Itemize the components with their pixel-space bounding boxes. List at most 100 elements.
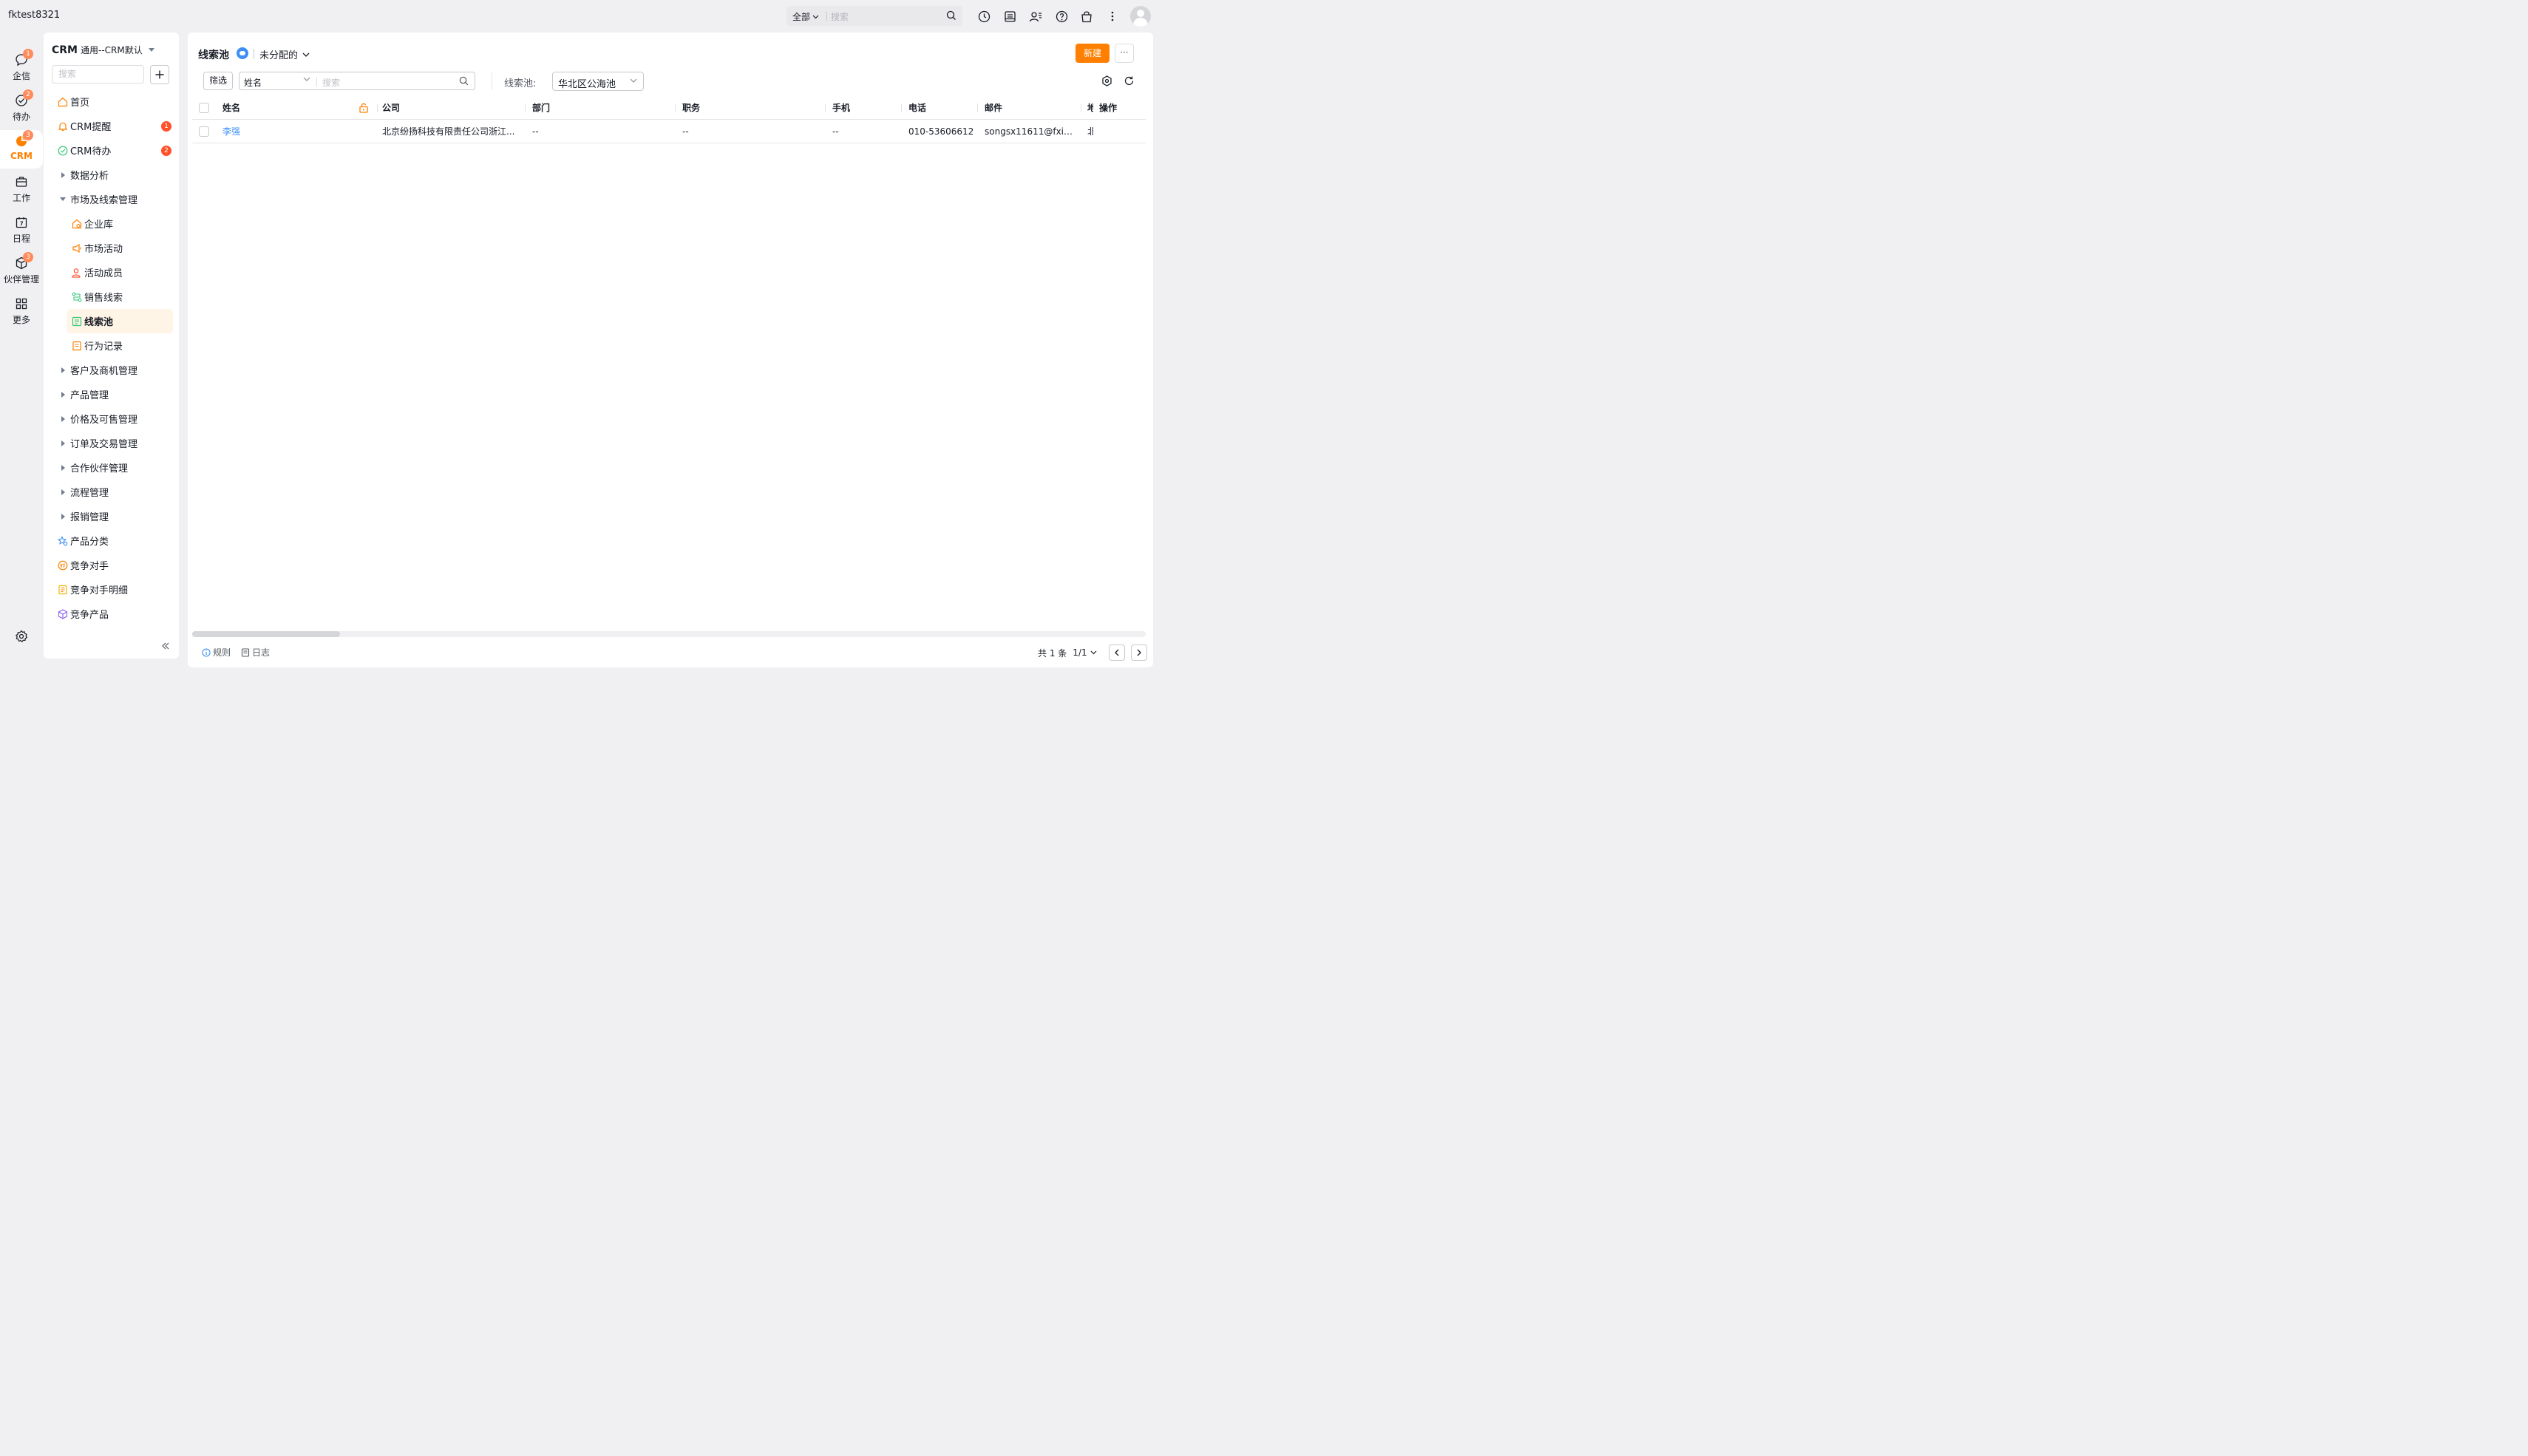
menu-item-sales-leads[interactable]: 销售线索 — [67, 285, 173, 309]
apps-grid-icon — [16, 298, 27, 310]
user-avatar[interactable] — [1130, 6, 1151, 27]
next-page-button[interactable] — [1130, 644, 1147, 661]
column-header-phone[interactable]: 电话 — [908, 96, 975, 120]
page-size-select[interactable]: 1/1 — [1073, 647, 1097, 658]
prev-page-button[interactable] — [1108, 644, 1125, 661]
search-divider — [826, 12, 827, 21]
menu-item-home[interactable]: 首页 — [52, 89, 173, 114]
global-search-input[interactable]: 搜索 — [831, 10, 849, 23]
lead-pool-main: 线索池 未分配的 新建 ··· 筛选 姓名 搜索 线索池: 华北区公海池 姓名 … — [188, 33, 1153, 667]
menu-group-data-analysis[interactable]: 数据分析 — [52, 163, 173, 187]
column-header-name[interactable]: 姓名 — [222, 96, 333, 120]
global-search[interactable]: 全部 搜索 — [786, 6, 962, 26]
menu-badge: 1 — [161, 121, 171, 132]
rail-item-todo[interactable]: 2 待办 — [0, 89, 43, 128]
inbox-icon[interactable] — [1002, 9, 1017, 24]
scrollbar-thumb[interactable] — [192, 631, 340, 637]
menu-item-label: 首页 — [70, 98, 90, 109]
column-header-title[interactable]: 职务 — [682, 96, 815, 120]
menu-group-pricing[interactable]: 价格及可售管理 — [52, 406, 173, 431]
column-divider[interactable] — [977, 103, 978, 112]
column-divider[interactable] — [901, 103, 902, 112]
menu-item-crm-remind[interactable]: CRM提醒 1 — [52, 114, 173, 138]
menu-group-partners[interactable]: 合作伙伴管理 — [52, 455, 173, 480]
horizontal-scrollbar[interactable] — [192, 631, 1146, 637]
cell-title: -- — [682, 126, 689, 137]
search-scope-label: 全部 — [792, 12, 811, 22]
menu-group-marketing[interactable]: 市场及线索管理 — [52, 187, 173, 211]
column-divider[interactable] — [377, 103, 378, 112]
menu-group-product[interactable]: 产品管理 — [52, 382, 173, 406]
column-header-mobile[interactable]: 手机 — [832, 96, 899, 120]
column-header-email[interactable]: 邮件 — [985, 96, 1073, 120]
rail-label: CRM — [10, 151, 33, 161]
rail-item-crm[interactable]: 3 CRM — [0, 130, 43, 169]
table-row[interactable]: 李强 北京纷扬科技有限责任公司浙江... -- -- -- 010-536066… — [192, 120, 1146, 143]
menu-item-crm-todo[interactable]: CRM待办 2 — [52, 138, 173, 163]
select-all-checkbox[interactable] — [199, 103, 209, 113]
rules-link[interactable]: 规则 — [202, 646, 231, 659]
collapse-panel-icon[interactable] — [161, 642, 170, 650]
log-link[interactable]: 日志 — [241, 646, 270, 659]
menu-add-button[interactable] — [150, 65, 169, 84]
versus-icon — [57, 559, 69, 571]
column-divider[interactable] — [675, 103, 676, 112]
scene-selector[interactable]: 未分配的 — [259, 47, 310, 61]
menu-item-competitors[interactable]: 竞争对手 — [52, 553, 173, 577]
rail-label: 企信 — [12, 71, 30, 81]
help-icon[interactable] — [1054, 9, 1069, 24]
refresh-icon[interactable] — [1124, 75, 1135, 86]
search-field-select[interactable]: 姓名 — [244, 76, 262, 89]
clock-icon[interactable] — [976, 9, 991, 24]
filter-button[interactable]: 筛选 — [203, 72, 233, 90]
lead-name-link[interactable]: 李强 — [222, 120, 333, 143]
menu-view-switcher[interactable]: CRM 通用--CRM默认 — [52, 44, 154, 56]
list-search-input[interactable]: 搜索 — [322, 76, 340, 89]
column-header-address[interactable]: 地 — [1087, 96, 1093, 120]
menu-group-orders[interactable]: 订单及交易管理 — [52, 431, 173, 455]
menu-item-label: 价格及可售管理 — [70, 415, 138, 426]
menu-item-competing-products[interactable]: 竞争产品 — [52, 602, 173, 626]
menu-group-reimbursement[interactable]: 报销管理 — [52, 504, 173, 528]
row-checkbox[interactable] — [199, 126, 209, 137]
menu-item-activity-members[interactable]: 活动成员 — [67, 260, 173, 285]
new-lead-button[interactable]: 新建 — [1076, 44, 1110, 63]
contacts-icon[interactable] — [1028, 9, 1043, 24]
column-settings-icon[interactable] — [1101, 75, 1112, 86]
menu-item-product-category[interactable]: 产品分类 — [52, 528, 173, 553]
search-icon[interactable] — [946, 10, 957, 21]
expand-caret-icon — [57, 511, 69, 523]
menu-group-workflow[interactable]: 流程管理 — [52, 480, 173, 504]
account-name[interactable]: fktest8321 — [8, 10, 60, 21]
settings-gear-icon[interactable] — [15, 630, 28, 643]
lock-icon[interactable] — [359, 102, 369, 113]
chevron-down-icon[interactable] — [303, 77, 310, 81]
menu-item-label: 市场及线索管理 — [70, 195, 138, 206]
cell-actions[interactable] — [1099, 120, 1129, 143]
bag-icon[interactable] — [1079, 9, 1094, 24]
rail-item-work[interactable]: 工作 — [0, 171, 43, 209]
menu-view-name: 通用--CRM默认 — [81, 45, 143, 55]
column-divider[interactable] — [525, 103, 526, 112]
column-header-department[interactable]: 部门 — [532, 96, 665, 120]
rail-item-partner[interactable]: 3 伙伴管理 — [0, 252, 43, 290]
rail-item-messages[interactable]: 1 企信 — [0, 49, 43, 87]
column-header-company[interactable]: 公司 — [382, 96, 515, 120]
search-icon[interactable] — [459, 76, 469, 86]
menu-item-enterprise-library[interactable]: 企业库 — [67, 211, 173, 236]
menu-item-marketing-activity[interactable]: 市场活动 — [67, 236, 173, 260]
rail-item-calendar[interactable]: 日程 — [0, 211, 43, 250]
menu-item-lead-pool[interactable]: 线索池 — [67, 309, 173, 333]
more-actions-button[interactable]: ··· — [1115, 44, 1134, 63]
column-divider[interactable] — [825, 103, 826, 112]
more-vertical-icon[interactable] — [1105, 9, 1120, 24]
menu-item-behavior-records[interactable]: 行为记录 — [67, 333, 173, 358]
menu-search-input[interactable]: 搜索 — [52, 65, 144, 84]
rail-item-more[interactable]: 更多 — [0, 293, 43, 331]
search-scope-select[interactable]: 全部 — [792, 10, 819, 23]
menu-item-label: 销售线索 — [84, 293, 123, 304]
pool-select[interactable]: 华北区公海池 — [552, 72, 644, 91]
menu-group-customer-opportunity[interactable]: 客户及商机管理 — [52, 358, 173, 382]
menu-item-competitor-details[interactable]: 竞争对手明细 — [52, 577, 173, 602]
expand-caret-icon — [57, 486, 69, 498]
